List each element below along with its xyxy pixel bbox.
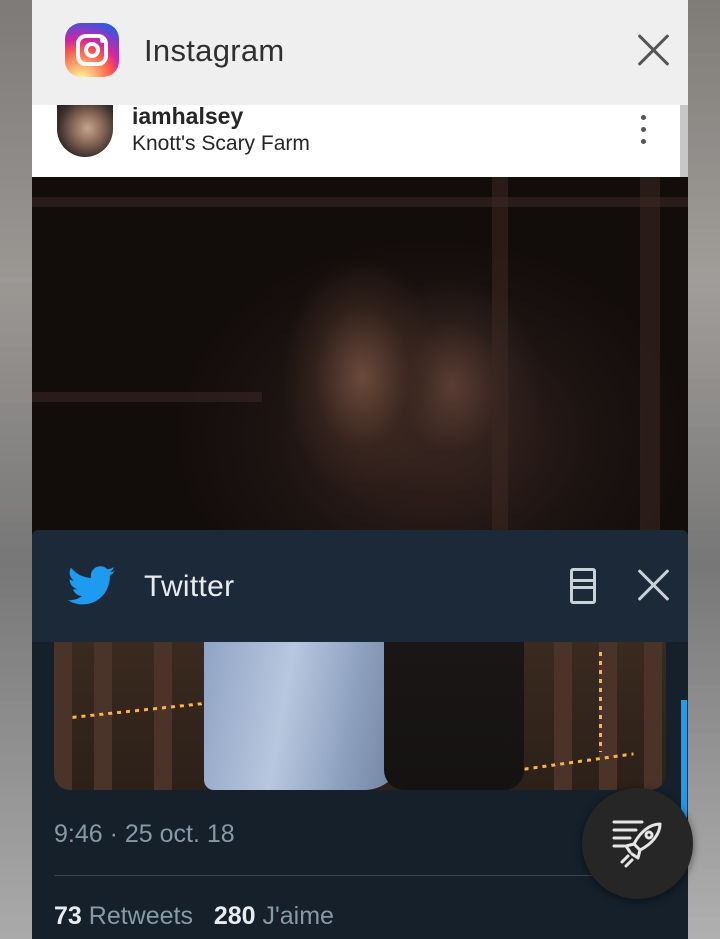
instagram-logo-icon [65, 23, 119, 77]
post-username[interactable]: iamhalsey [132, 105, 243, 128]
instagram-close-icon[interactable] [636, 33, 670, 67]
instagram-popup-window[interactable]: Instagram iamhalsey Knott's Scary Farm [32, 0, 688, 560]
twitter-close-icon[interactable] [636, 568, 670, 602]
rocket-icon [612, 820, 662, 868]
split-window-icon[interactable] [570, 568, 596, 604]
post-location[interactable]: Knott's Scary Farm [132, 132, 310, 156]
tweet-timestamp: 9:46 · 25 oct. 18 [54, 820, 235, 848]
rocket-fab-button[interactable] [582, 788, 693, 899]
divider [54, 875, 666, 876]
tweet-media[interactable] [54, 642, 666, 790]
retweets-label[interactable]: Retweets [89, 902, 193, 930]
likes-count[interactable]: 280 [214, 902, 256, 930]
retweets-count[interactable]: 73 [54, 902, 82, 930]
instagram-scrollbar[interactable] [680, 105, 688, 177]
more-vertical-icon[interactable] [638, 115, 648, 145]
twitter-popup-window[interactable]: Twitter 9:46 · 25 oct. 18 73 Retweets 28… [32, 530, 688, 939]
twitter-app-title: Twitter [144, 570, 235, 603]
twitter-window-header[interactable]: Twitter [32, 530, 688, 642]
background-left-edge [0, 0, 32, 939]
instagram-window-header[interactable]: Instagram [32, 0, 688, 105]
likes-label[interactable]: J'aime [263, 902, 334, 930]
avatar[interactable] [57, 105, 113, 157]
instagram-post-header: iamhalsey Knott's Scary Farm [32, 105, 688, 177]
background-right-edge [688, 0, 720, 939]
post-photo[interactable] [32, 177, 688, 560]
instagram-app-title: Instagram [144, 33, 285, 68]
twitter-bird-icon [68, 566, 116, 605]
tweet-stats: 73 Retweets 280 J'aime [54, 902, 334, 931]
